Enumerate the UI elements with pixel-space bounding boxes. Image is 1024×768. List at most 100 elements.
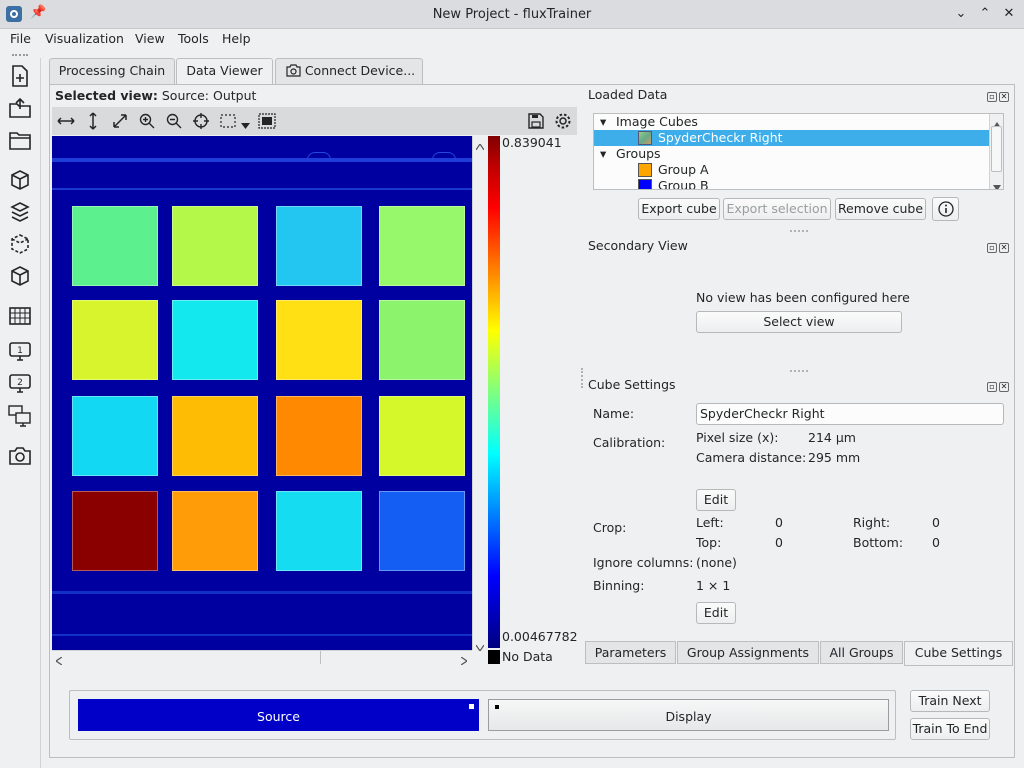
color-patch [172, 300, 258, 380]
float-icon[interactable]: ▫ [987, 243, 997, 253]
menu-visualization[interactable]: Visualization [45, 30, 124, 52]
tree-row-image-cubes[interactable]: ▾ Image Cubes [594, 114, 989, 130]
source-node[interactable]: Source [78, 699, 479, 731]
splitter-handle[interactable] [790, 230, 808, 232]
tree-label-group-b: Group B [658, 178, 709, 190]
splitter-handle-vertical[interactable] [581, 368, 583, 388]
table-icon[interactable] [8, 304, 32, 328]
scroll-down-icon[interactable] [993, 180, 1001, 189]
ignore-columns-value: (none) [696, 555, 737, 570]
expand-icon[interactable]: ▾ [600, 114, 606, 130]
fit-width-icon[interactable] [54, 110, 78, 132]
secondary-view-dock-buttons[interactable]: ▫ ✕ [985, 239, 1009, 253]
image-horizontal-scrollbar[interactable] [52, 650, 472, 666]
close-icon[interactable]: ✕ [999, 4, 1019, 24]
cube-thumbnail-icon [638, 131, 652, 145]
zoom-in-icon[interactable] [135, 110, 159, 132]
export-selection-button[interactable]: Export selection [723, 198, 831, 220]
tab-group-assignments[interactable]: Group Assignments [677, 641, 819, 664]
crop-bottom-value: 0 [932, 535, 940, 550]
scroll-down-icon[interactable] [475, 640, 485, 654]
dock-close-icon[interactable]: ✕ [999, 243, 1009, 253]
tab-cube-settings[interactable]: Cube Settings [904, 641, 1013, 666]
binning-label: Binning: [593, 578, 645, 593]
select-all-icon[interactable] [255, 110, 279, 132]
export-cube-button[interactable]: Export cube [638, 198, 720, 220]
image-canvas[interactable] [52, 136, 472, 650]
new-file-icon[interactable] [8, 64, 32, 88]
secondary-view-title: Secondary View [588, 238, 688, 253]
pin-icon[interactable]: 📌 [30, 5, 46, 20]
edit-calibration-button[interactable]: Edit [696, 489, 736, 511]
tree-row-group-b[interactable]: Group B [594, 178, 989, 190]
source-node-port[interactable] [469, 704, 474, 709]
colorbar-min-label: 0.00467782 [502, 629, 578, 644]
settings-gear-icon[interactable] [551, 110, 575, 132]
tree-row-groups[interactable]: ▾ Groups [594, 146, 989, 162]
cube-split-icon[interactable] [8, 232, 32, 256]
cube-settings-dock-buttons[interactable]: ▫ ✕ [985, 378, 1009, 392]
tree-row-group-a[interactable]: Group A [594, 162, 989, 178]
color-patch [276, 491, 362, 571]
maximize-icon[interactable]: ⌃ [975, 4, 995, 24]
svg-text:1: 1 [17, 346, 23, 356]
splitter-handle[interactable] [790, 370, 808, 372]
edit-binning-button[interactable]: Edit [696, 602, 736, 624]
cube-icon[interactable] [8, 264, 32, 288]
select-dropdown-icon[interactable] [241, 118, 250, 132]
monitor-one-icon[interactable]: 1 [8, 340, 32, 364]
color-patch [276, 206, 362, 286]
save-icon[interactable] [524, 110, 548, 132]
zoom-out-icon[interactable] [162, 110, 186, 132]
rect-select-icon[interactable] [216, 110, 240, 132]
fit-all-icon[interactable] [108, 110, 132, 132]
float-icon[interactable]: ▫ [987, 92, 997, 102]
monitor-two-icon[interactable]: 2 [8, 372, 32, 396]
tree-scrollbar[interactable] [989, 114, 1003, 189]
display-node-port[interactable] [495, 705, 499, 709]
remove-cube-button[interactable]: Remove cube [835, 198, 926, 220]
select-view-button[interactable]: Select view [696, 311, 902, 333]
multi-monitor-icon[interactable] [8, 404, 32, 428]
info-button[interactable] [932, 197, 959, 221]
train-to-end-button[interactable]: Train To End [910, 718, 990, 740]
camera-icon[interactable] [8, 444, 32, 468]
cube-name-input[interactable]: SpyderCheckr Right [696, 403, 1004, 425]
loaded-data-dock-buttons[interactable]: ▫ ✕ [985, 88, 1009, 102]
scroll-right-icon[interactable] [460, 654, 469, 668]
tree-scroll-handle[interactable] [991, 126, 1002, 172]
tree-row-cube[interactable]: SpyderCheckr Right [594, 130, 989, 146]
crop-left-value: 0 [775, 515, 783, 530]
tab-data-viewer[interactable]: Data Viewer [176, 58, 273, 85]
layers-icon[interactable] [8, 200, 32, 224]
minimize-icon[interactable]: ⌄ [951, 4, 971, 24]
fit-height-icon[interactable] [81, 110, 105, 132]
expand-icon[interactable]: ▾ [600, 146, 606, 162]
train-next-button[interactable]: Train Next [910, 690, 990, 712]
loaded-data-tree[interactable]: ▾ Image Cubes SpyderCheckr Right ▾ Group… [593, 113, 1004, 190]
dock-close-icon[interactable]: ✕ [999, 92, 1009, 102]
tab-connect-device-label: Connect Device... [304, 63, 416, 78]
image-vertical-scrollbar[interactable] [472, 136, 486, 653]
menu-view[interactable]: View [135, 30, 165, 52]
scroll-left-icon[interactable] [54, 654, 63, 668]
display-node[interactable]: Display [488, 699, 889, 731]
crosshair-icon[interactable] [189, 110, 213, 132]
folder-icon[interactable] [8, 128, 32, 152]
open-folder-icon[interactable] [8, 96, 32, 120]
tab-parameters[interactable]: Parameters [585, 641, 676, 664]
tab-all-groups[interactable]: All Groups [820, 641, 903, 664]
menu-tools[interactable]: Tools [178, 30, 209, 52]
crop-top-value: 0 [775, 535, 783, 550]
selected-view-caption: Selected view: [55, 88, 158, 103]
tab-processing-chain[interactable]: Processing Chain [49, 58, 175, 84]
menu-help[interactable]: Help [222, 30, 251, 52]
cube-add-icon[interactable] [8, 168, 32, 192]
menu-file[interactable]: File [10, 30, 31, 52]
float-icon[interactable]: ▫ [987, 382, 997, 392]
image-stripe [52, 634, 472, 636]
tree-label-group-a: Group A [658, 162, 709, 177]
pixel-size-value: 214 µm [808, 430, 856, 445]
scroll-up-icon[interactable] [475, 139, 485, 153]
dock-close-icon[interactable]: ✕ [999, 382, 1009, 392]
